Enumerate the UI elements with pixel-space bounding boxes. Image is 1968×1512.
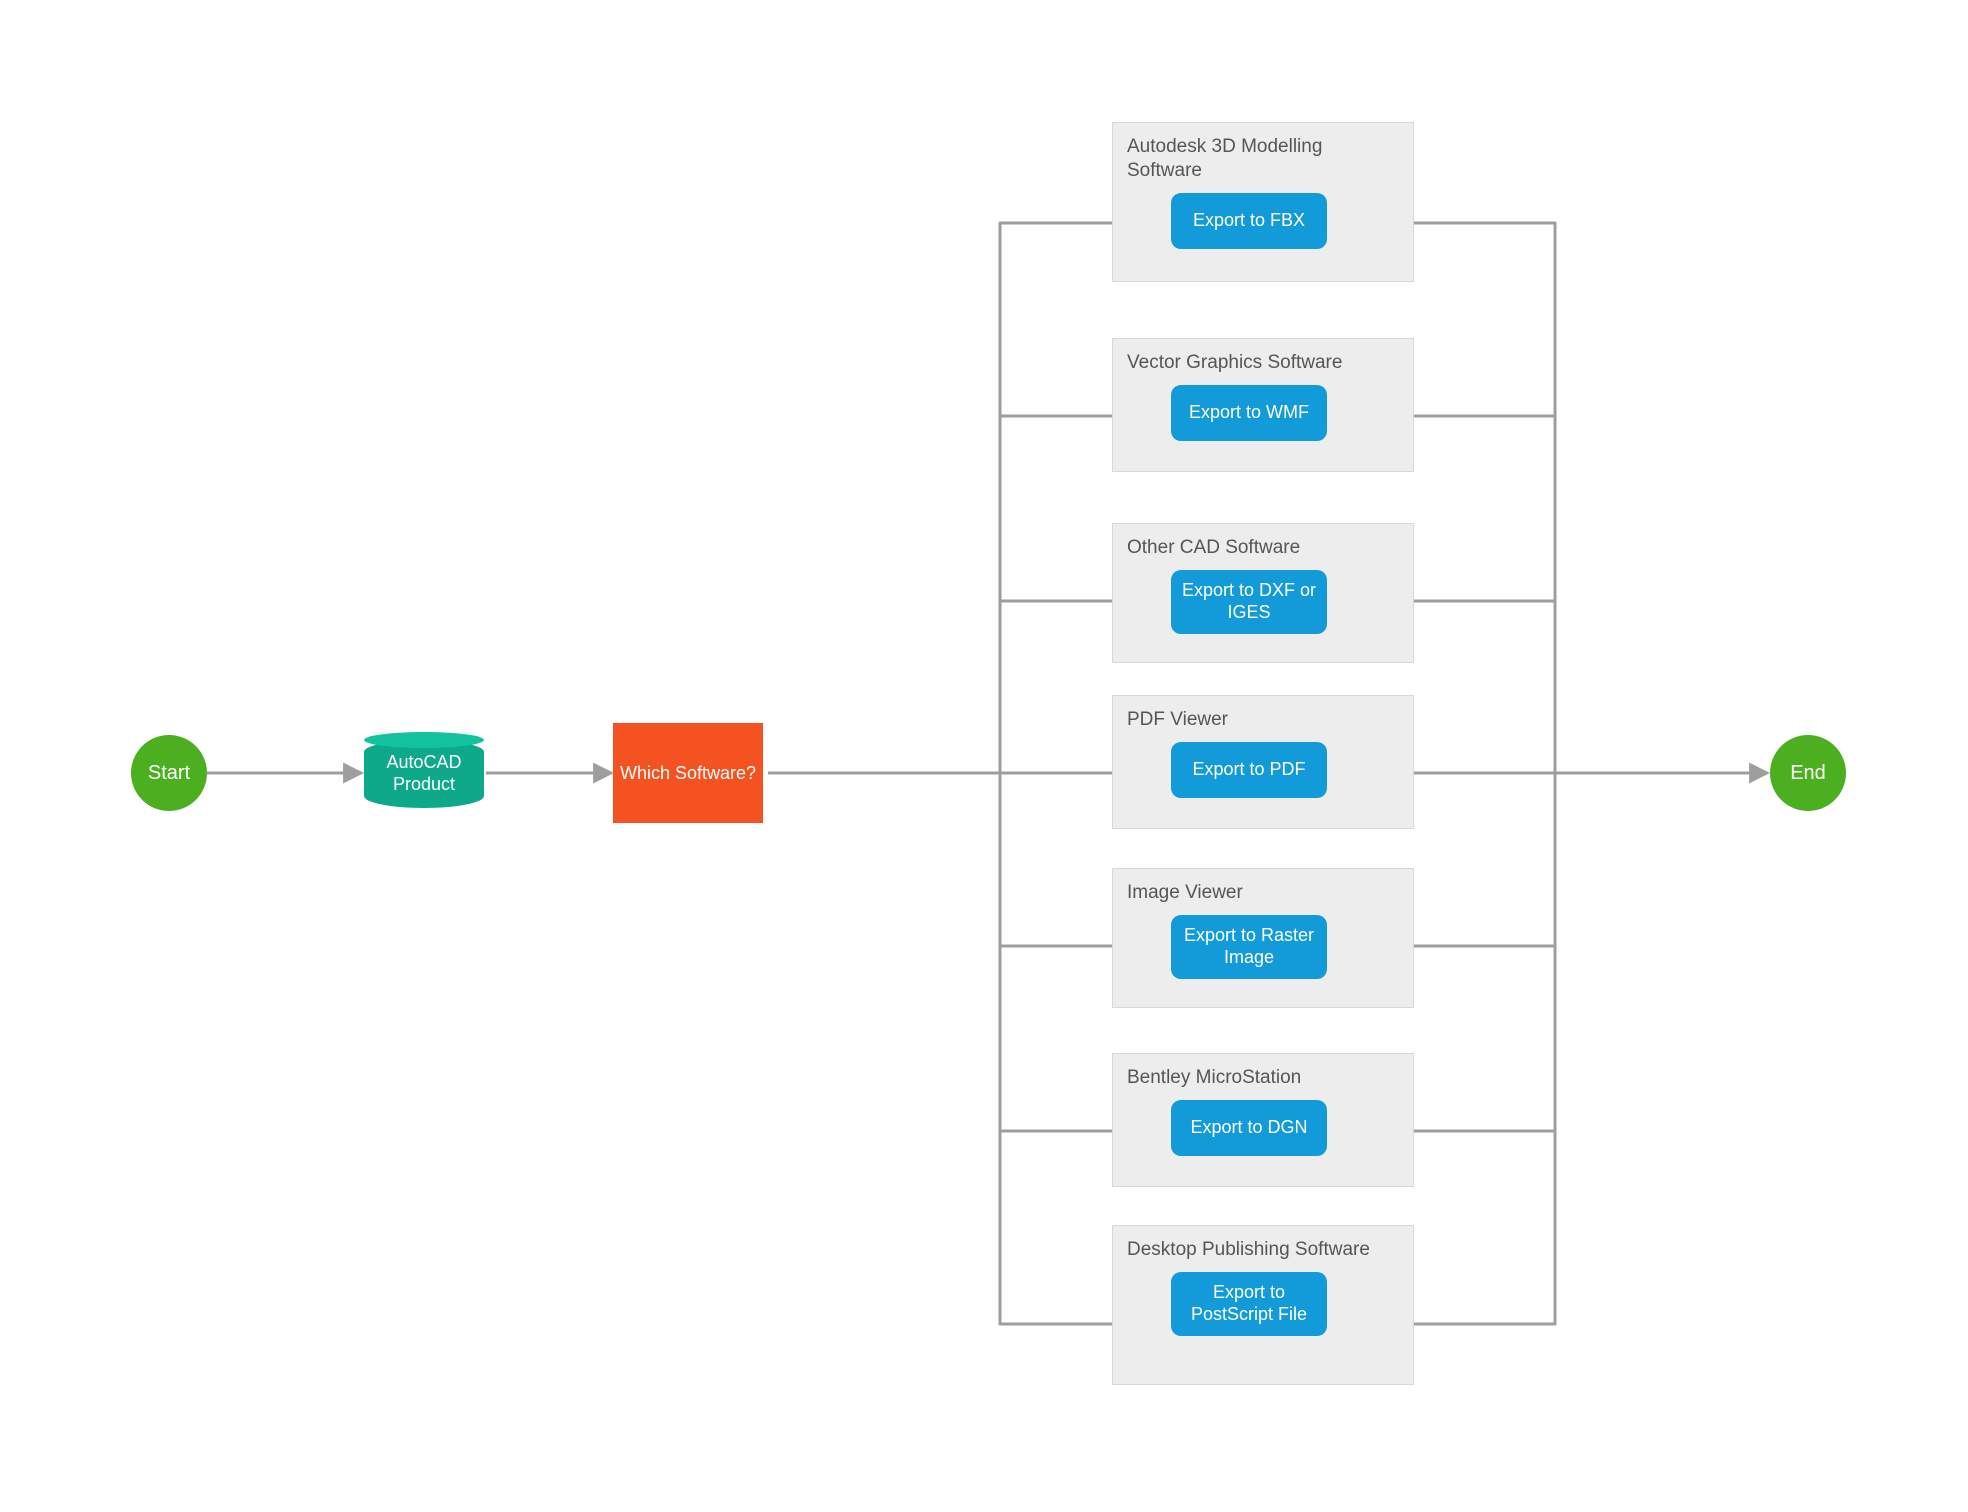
start-node: Start bbox=[131, 735, 207, 811]
action-label: Export to DXF or IGES bbox=[1179, 580, 1319, 623]
end-label: End bbox=[1790, 762, 1826, 785]
group-title: Image Viewer bbox=[1127, 881, 1387, 905]
group-pdf-viewer: PDF Viewer Export to PDF bbox=[1112, 695, 1414, 829]
end-node: End bbox=[1770, 735, 1846, 811]
diamond-icon bbox=[613, 723, 763, 823]
action-label: Export to DGN bbox=[1190, 1117, 1307, 1139]
action-label: Export to Raster Image bbox=[1179, 925, 1319, 968]
action-export-postscript: Export to PostScript File bbox=[1171, 1272, 1327, 1336]
group-autodesk-3d: Autodesk 3D Modelling Software Export to… bbox=[1112, 122, 1414, 282]
group-desktop-publishing: Desktop Publishing Software Export to Po… bbox=[1112, 1225, 1414, 1385]
flowchart-connectors bbox=[0, 0, 1968, 1512]
group-title: Bentley MicroStation bbox=[1127, 1066, 1387, 1090]
action-export-raster: Export to Raster Image bbox=[1171, 915, 1327, 979]
action-export-dgn: Export to DGN bbox=[1171, 1100, 1327, 1156]
action-export-dxf-iges: Export to DXF or IGES bbox=[1171, 570, 1327, 634]
action-label: Export to PDF bbox=[1192, 759, 1305, 781]
datasource-label: AutoCAD Product bbox=[386, 752, 461, 795]
action-label: Export to FBX bbox=[1193, 210, 1305, 232]
decision-node: Which Software? bbox=[613, 723, 763, 823]
group-other-cad: Other CAD Software Export to DXF or IGES bbox=[1112, 523, 1414, 663]
action-label: Export to WMF bbox=[1189, 402, 1309, 424]
start-label: Start bbox=[148, 762, 190, 785]
group-vector-graphics: Vector Graphics Software Export to WMF bbox=[1112, 338, 1414, 472]
datasource-node: AutoCAD Product bbox=[364, 740, 484, 808]
action-export-pdf: Export to PDF bbox=[1171, 742, 1327, 798]
action-export-fbx: Export to FBX bbox=[1171, 193, 1327, 249]
group-title: Desktop Publishing Software bbox=[1127, 1238, 1387, 1262]
action-label: Export to PostScript File bbox=[1179, 1282, 1319, 1325]
group-bentley: Bentley MicroStation Export to DGN bbox=[1112, 1053, 1414, 1187]
group-title: PDF Viewer bbox=[1127, 708, 1387, 732]
group-title: Autodesk 3D Modelling Software bbox=[1127, 135, 1387, 183]
group-image-viewer: Image Viewer Export to Raster Image bbox=[1112, 868, 1414, 1008]
group-title: Other CAD Software bbox=[1127, 536, 1387, 560]
group-title: Vector Graphics Software bbox=[1127, 351, 1387, 375]
action-export-wmf: Export to WMF bbox=[1171, 385, 1327, 441]
